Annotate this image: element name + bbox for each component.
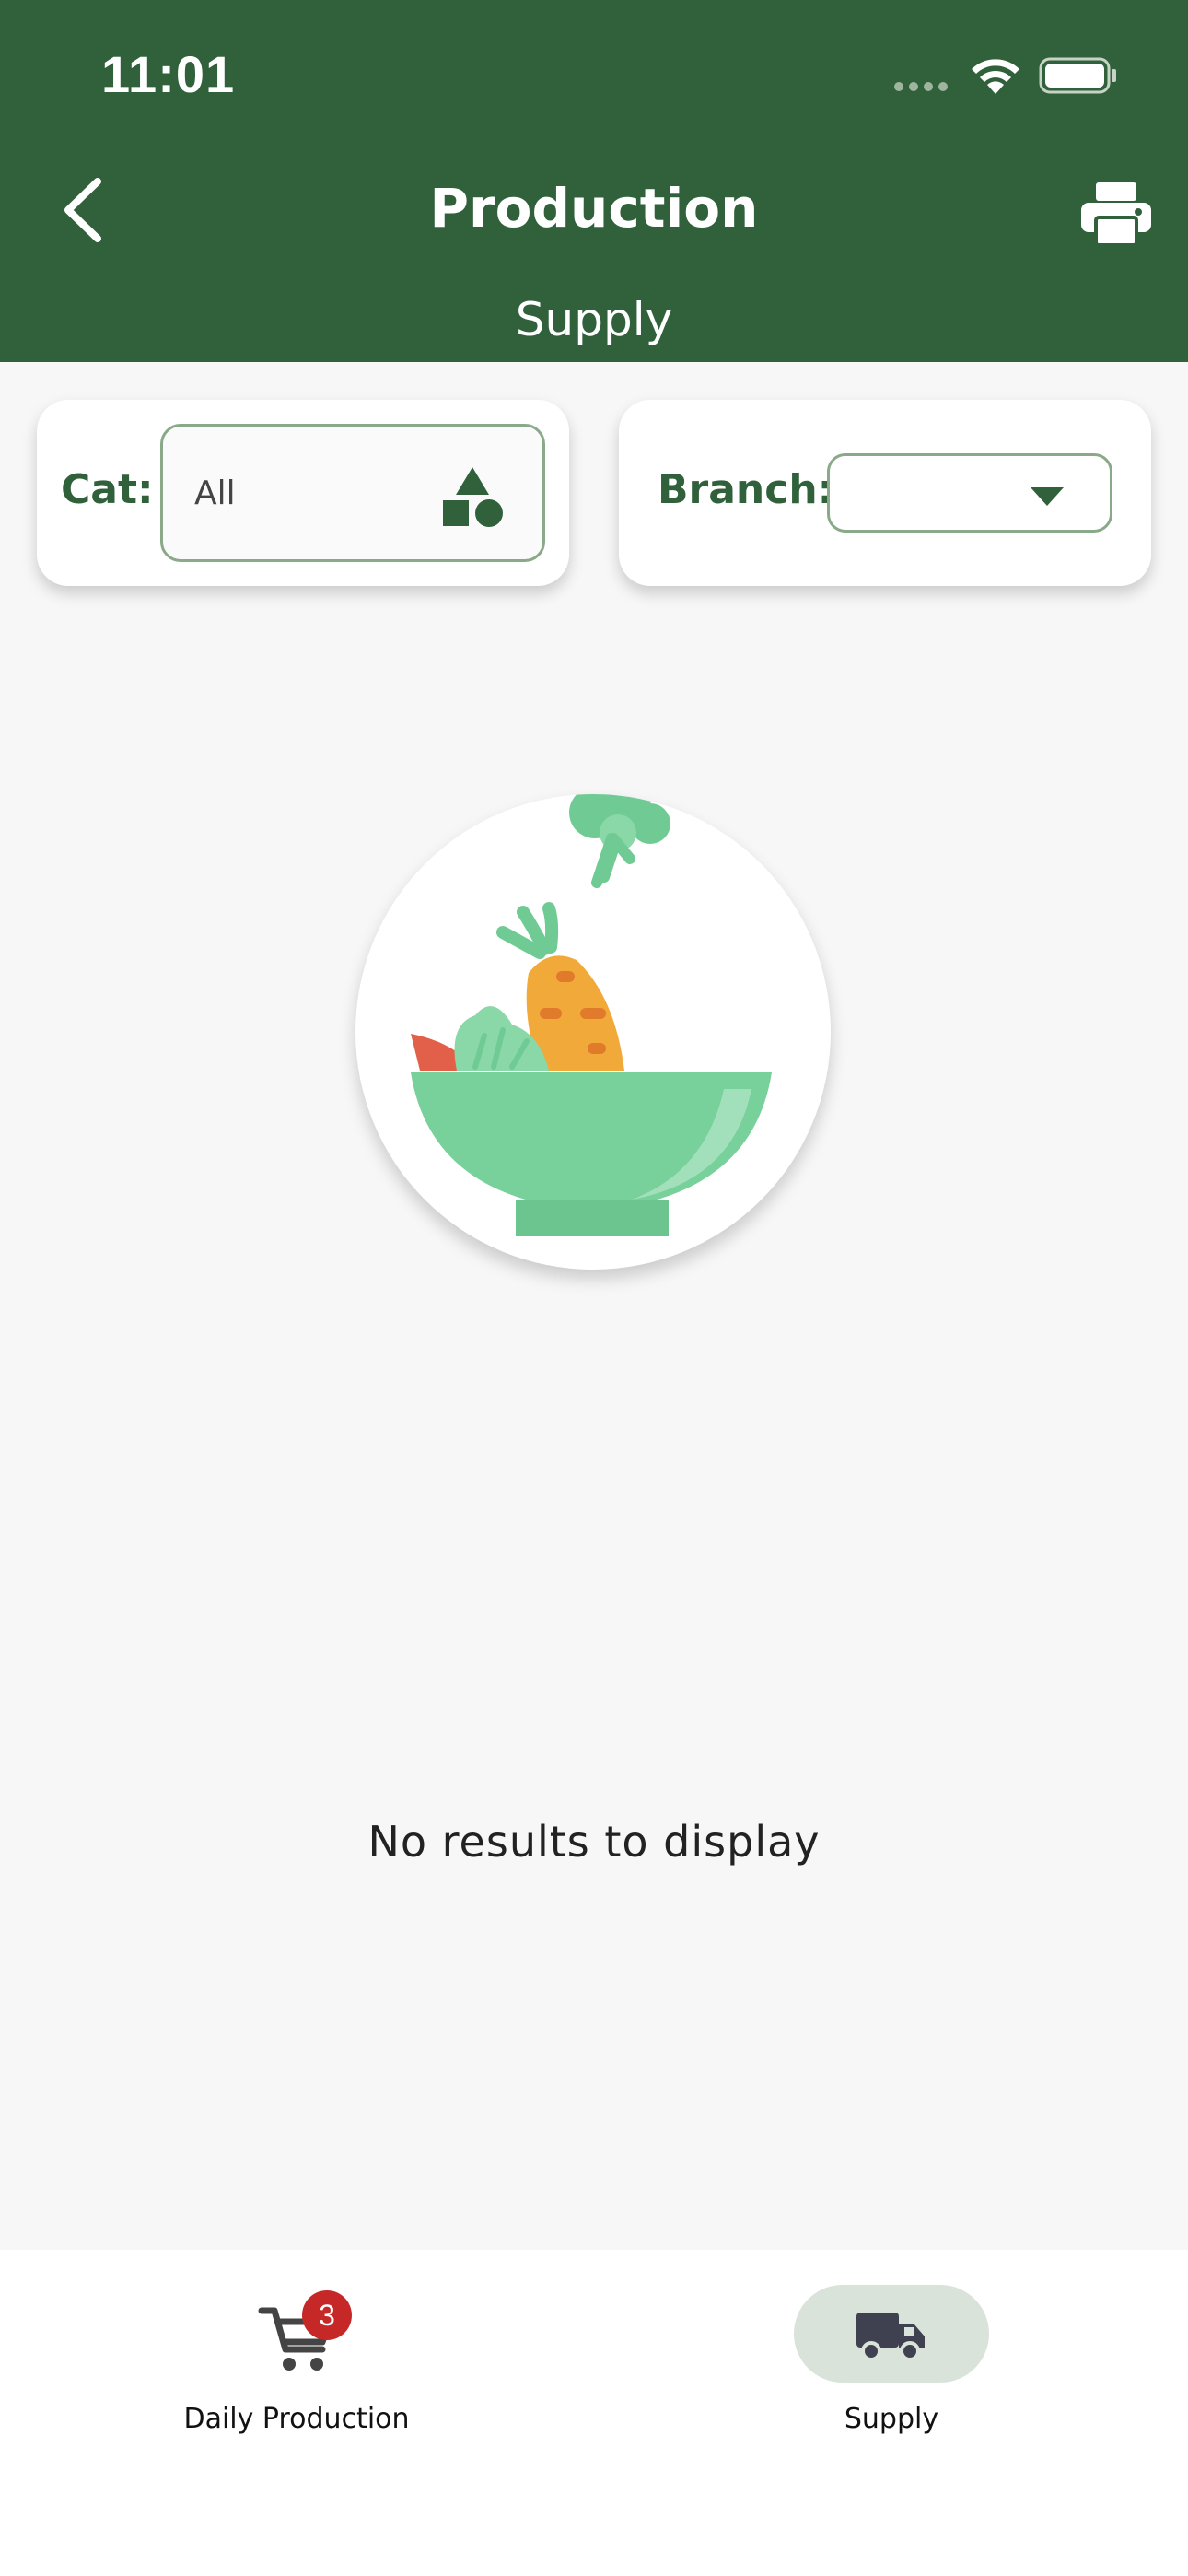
nav-item-daily-production[interactable]: 3 Daily Production [112,2285,481,2469]
salad-bowl-graphic [411,794,772,1236]
cellular-signal-icon [894,82,948,91]
category-label: Cat: [61,466,154,513]
caret-down-icon [1031,487,1064,506]
battery-icon [1039,57,1116,94]
shapes-icon [443,467,503,527]
print-button[interactable] [1079,181,1153,247]
bottom-nav: 3 Daily Production Supply [0,2250,1188,2576]
page-subtitle: Supply [515,293,673,346]
category-select[interactable]: All [160,424,545,562]
nav-icon-wrap-active [794,2285,989,2383]
empty-message: No results to display [367,1817,821,1867]
wifi-icon [972,59,1019,94]
screen: 11:01 Production Supply Cat: All Branch:… [0,0,1188,2576]
nav-item-supply[interactable]: Supply [707,2285,1076,2469]
notification-badge: 3 [302,2290,352,2340]
status-time: 11:01 [101,45,236,103]
nav-icon-wrap: 3 [199,2285,394,2383]
app-header: 11:01 Production Supply [0,0,1188,362]
printer-icon [1081,182,1151,247]
category-select-value: All [194,474,236,512]
page-title: Production [429,177,759,240]
truck-icon [856,2313,925,2361]
status-icons [893,53,1133,98]
salad-bowl-illustration [355,794,831,1270]
branch-filter-card: Branch: [619,400,1151,586]
nav-label-supply: Supply [844,2403,939,2435]
category-filter-card: Cat: All [37,400,569,586]
nav-label-daily-production: Daily Production [183,2403,410,2435]
branch-select[interactable] [827,453,1112,533]
branch-label: Branch: [658,466,834,513]
